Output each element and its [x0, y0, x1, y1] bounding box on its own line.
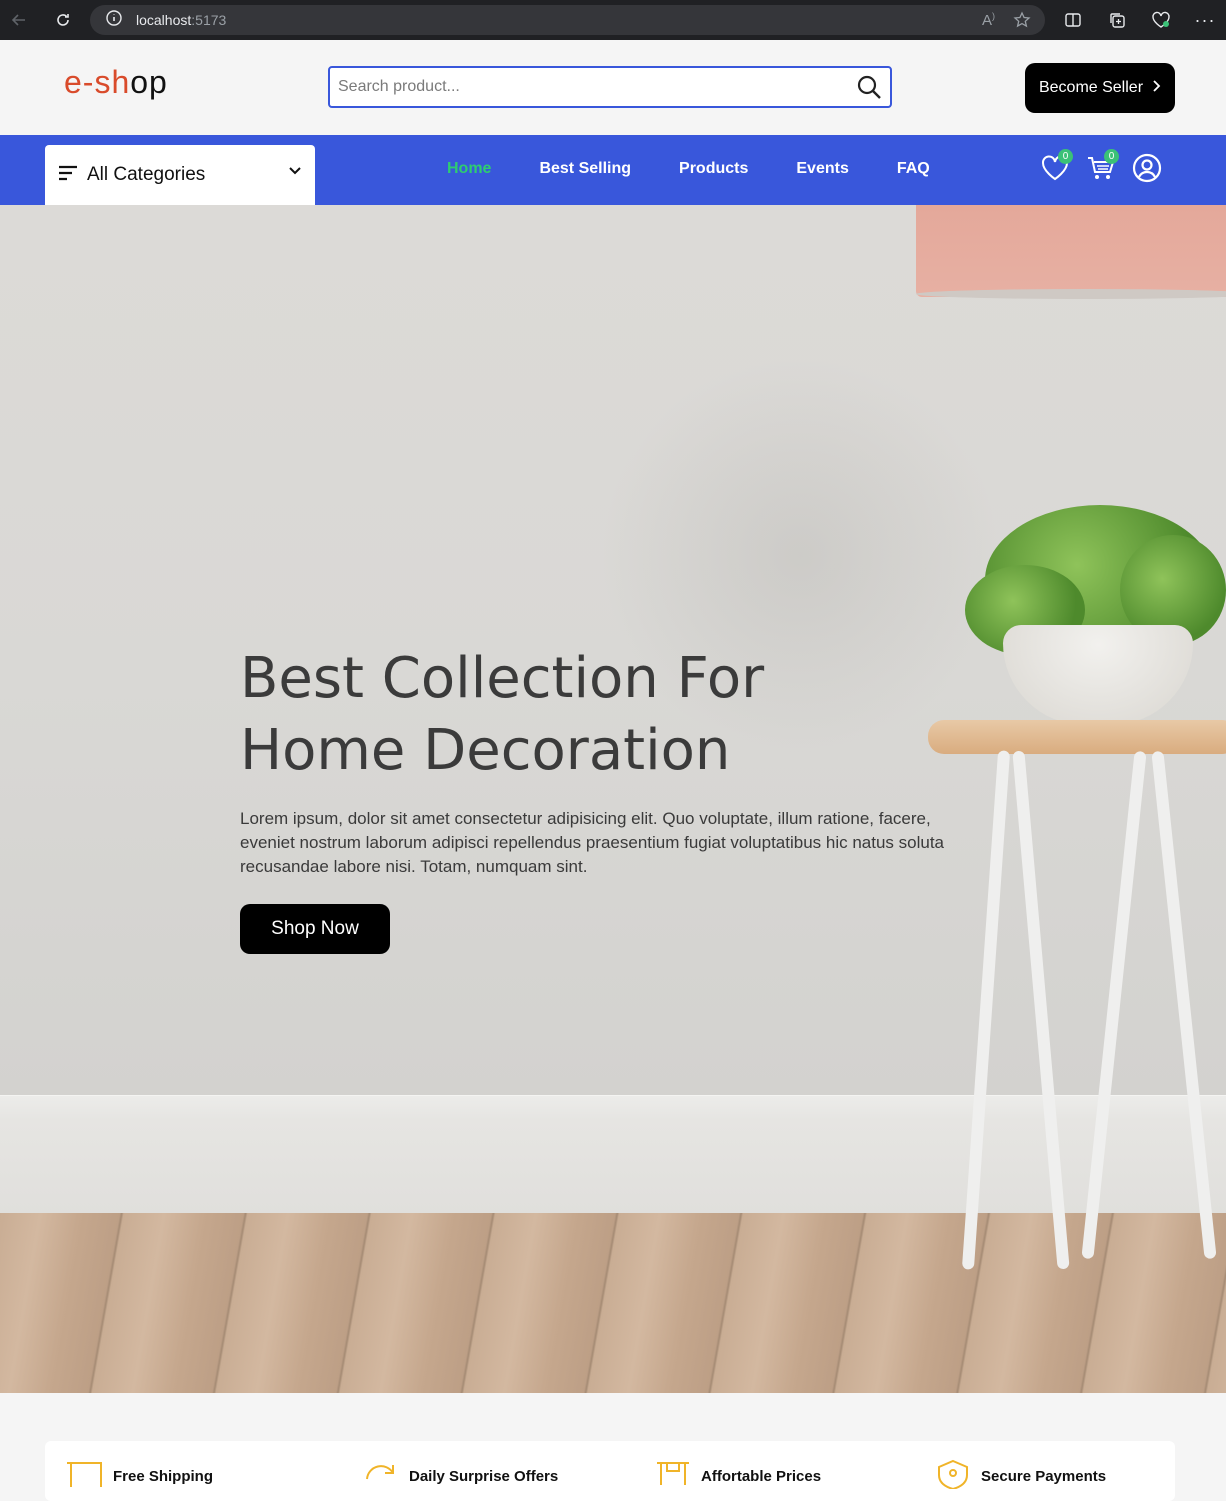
become-seller-label: Become Seller [1038, 79, 1144, 96]
feature-title: Daily Surprise Offers [409, 1468, 559, 1485]
reload-icon[interactable] [48, 5, 78, 35]
heart-icon [1040, 155, 1070, 187]
nav-link-best-selling[interactable]: Best Selling [539, 160, 631, 178]
cart-button[interactable]: 0 [1086, 149, 1119, 183]
search-bar [328, 66, 892, 108]
cart-count-badge: 0 [1104, 149, 1119, 164]
search-input[interactable] [338, 78, 838, 96]
feature-title: Affortable Prices [701, 1468, 822, 1485]
shipping-icon [65, 1459, 103, 1494]
hero-title: Best Collection For Home Decoration [240, 643, 980, 787]
hero-description: Lorem ipsum, dolor sit amet consectetur … [240, 809, 945, 876]
categories-dropdown[interactable]: All Categories [45, 145, 315, 205]
user-circle-icon [1132, 153, 1162, 187]
site-header: e-sh op Become Seller [0, 40, 1226, 135]
shield-icon [935, 1459, 971, 1494]
feature-affordable-prices: Affortable Prices [655, 1459, 821, 1494]
shop-now-button[interactable]: Shop Now [240, 904, 390, 954]
chevron-right-icon [1151, 79, 1161, 97]
become-seller-button[interactable]: Become Seller [1025, 63, 1175, 113]
search-icon[interactable] [856, 74, 882, 105]
price-icon [655, 1459, 691, 1494]
back-icon[interactable] [4, 5, 34, 35]
feature-title: Free Shipping [113, 1468, 214, 1485]
menu-lines-icon [57, 164, 79, 187]
nav-link-home[interactable]: Home [447, 160, 491, 178]
categories-label: All Categories [87, 164, 206, 185]
url-host: localhost [136, 12, 192, 28]
pendant-lamp-rim [916, 289, 1226, 299]
browser-essentials-icon[interactable] [1150, 9, 1172, 31]
feature-title: Secure Payments [981, 1468, 1107, 1485]
features-bar: Free Shipping Daily Surprise Offers Affo… [45, 1441, 1175, 1501]
favorite-star-icon[interactable] [1013, 11, 1031, 34]
nav-link-products[interactable]: Products [679, 160, 748, 178]
feature-secure-payments: Secure Payments [935, 1459, 1106, 1494]
read-aloud-icon[interactable]: A) [982, 11, 995, 34]
chevron-down-icon [287, 163, 303, 184]
info-icon[interactable] [106, 9, 122, 31]
main-navbar: All Categories Home Best Selling Product… [0, 135, 1226, 205]
hero-title-line1: Best Collection For [240, 646, 765, 711]
feature-free-shipping: Free Shipping [65, 1459, 213, 1494]
logo-text-start: e-sh [64, 64, 131, 100]
refresh-icon [363, 1459, 399, 1494]
hero-content: Best Collection For Home Decoration Lore… [240, 643, 980, 954]
browser-toolbar: localhost:5173 A) ··· [0, 0, 1226, 40]
plant-pot [1003, 625, 1193, 725]
logo[interactable]: e-sh op [64, 64, 168, 101]
address-bar[interactable]: localhost:5173 A) [90, 5, 1045, 35]
url-port: :5173 [191, 12, 227, 28]
split-screen-icon[interactable] [1062, 9, 1084, 31]
nav-links: Home Best Selling Products Events FAQ [447, 160, 930, 178]
cart-icon [1086, 157, 1116, 187]
hero-title-line2: Home Decoration [240, 718, 731, 783]
wishlist-count-badge: 0 [1058, 149, 1073, 164]
wishlist-button[interactable]: 0 [1040, 149, 1073, 183]
baseboard [0, 1095, 1226, 1215]
wooden-floor [0, 1213, 1226, 1393]
pendant-lamp [916, 205, 1226, 297]
hero-banner: Best Collection For Home Decoration Lore… [0, 205, 1226, 1393]
collections-icon[interactable] [1106, 9, 1128, 31]
nav-link-events[interactable]: Events [796, 160, 848, 178]
logo-text-end: op [130, 64, 168, 100]
nav-link-faq[interactable]: FAQ [897, 160, 930, 178]
feature-daily-offers: Daily Surprise Offers [363, 1459, 558, 1494]
profile-button[interactable] [1132, 153, 1162, 183]
more-menu-icon[interactable]: ··· [1194, 9, 1216, 31]
